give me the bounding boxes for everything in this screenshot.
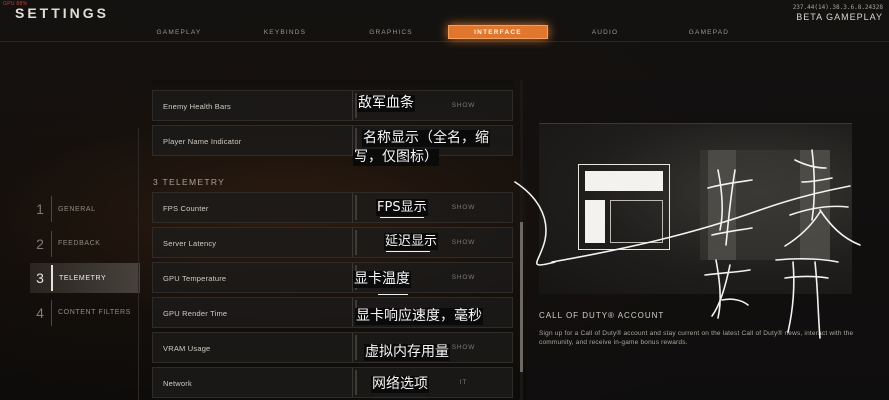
nav-indicator xyxy=(51,196,52,222)
nav-item-content-filters[interactable]: 4 CONTENT FILTERS xyxy=(30,298,140,328)
setting-value: SHOW xyxy=(451,274,476,281)
setting-label: Network xyxy=(163,379,192,388)
setting-value: IT xyxy=(459,379,468,386)
annotation-fps: FPS显示 xyxy=(376,199,428,216)
tab-bar: GAMEPLAY KEYBINDS GRAPHICS INTERFACE AUD… xyxy=(0,24,889,42)
nav-number: 4 xyxy=(36,304,44,321)
value-marker xyxy=(355,335,357,360)
build-label: BETA GAMEPLAY xyxy=(796,12,883,22)
value-marker xyxy=(355,195,357,220)
nav-indicator xyxy=(51,265,53,291)
annotation-vram: 虚拟内存用量 xyxy=(364,344,450,361)
tab-audio[interactable]: AUDIO xyxy=(576,25,634,39)
annotation-gpu-temp: 显卡温度 xyxy=(353,271,411,288)
nav-label: CONTENT FILTERS xyxy=(58,309,131,316)
setting-value: SHOW xyxy=(451,239,476,246)
nav-indicator xyxy=(51,299,52,326)
nav-label: GENERAL xyxy=(58,205,96,213)
setting-row-vram-usage[interactable]: VRAM Usage SHOW xyxy=(152,332,513,363)
tab-keybinds[interactable]: KEYBINDS xyxy=(256,25,314,39)
scrollbar-thumb[interactable] xyxy=(520,222,523,372)
annotation-name-indicator-line1: 名称显示（全名，缩 xyxy=(362,130,490,147)
annotation-name-indicator-line2: 写，仅图标） xyxy=(353,149,439,166)
annotation-enemy-health: 敌军血条 xyxy=(357,95,415,112)
list-fade xyxy=(152,80,513,88)
annotation-network: 网络选项 xyxy=(371,376,429,393)
tab-gameplay[interactable]: GAMEPLAY xyxy=(150,25,208,39)
left-nav: 1 GENERAL 2 FEEDBACK 3 TELEMETRY 4 CONTE… xyxy=(30,194,140,332)
nav-label: TELEMETRY xyxy=(59,274,107,282)
nav-number: 3 xyxy=(36,270,44,286)
nav-item-telemetry[interactable]: 3 TELEMETRY xyxy=(30,263,140,293)
build-id: 237.44(14).38.3.6.8.24328 xyxy=(792,4,883,11)
nav-item-general[interactable]: 1 GENERAL xyxy=(30,194,140,224)
setting-label: GPU Render Time xyxy=(163,309,228,318)
setting-value: SHOW xyxy=(451,344,476,351)
setting-row-fps-counter[interactable]: FPS Counter SHOW xyxy=(152,192,513,223)
tab-gamepad[interactable]: GAMEPAD xyxy=(680,25,738,39)
setting-label: VRAM Usage xyxy=(163,344,211,353)
annotation-underline xyxy=(386,251,430,252)
setting-value: SHOW xyxy=(451,102,476,109)
list-divider xyxy=(138,128,139,400)
value-marker xyxy=(355,370,357,395)
section-heading-telemetry: 3 TELEMETRY xyxy=(153,177,226,187)
annotation-latency: 延迟显示 xyxy=(384,233,439,250)
setting-label: Enemy Health Bars xyxy=(163,102,232,111)
account-description: Sign up for a Call of Duty® account and … xyxy=(539,330,854,346)
setting-value: SHOW xyxy=(451,204,476,211)
value-marker xyxy=(355,230,357,255)
setting-label: GPU Temperature xyxy=(163,274,227,283)
annotation-underline xyxy=(378,294,408,295)
logo-top-bar xyxy=(585,171,663,191)
annotation-render-time: 显卡响应速度，毫秒 xyxy=(355,308,483,325)
nav-item-feedback[interactable]: 2 FEEDBACK xyxy=(30,229,140,259)
setting-label: Server Latency xyxy=(163,239,217,248)
account-title: CALL OF DUTY® ACCOUNT xyxy=(539,311,665,320)
tab-graphics[interactable]: GRAPHICS xyxy=(362,25,420,39)
setting-row-gpu-temperature[interactable]: GPU Temperature SHOW xyxy=(152,262,513,293)
setting-row-server-latency[interactable]: Server Latency SHOW xyxy=(152,227,513,258)
top-bar: GPU 88% SETTINGS 237.44(14).38.3.6.8.243… xyxy=(0,0,889,24)
nav-label: FEEDBACK xyxy=(58,240,101,247)
annotation-underline xyxy=(380,217,424,218)
nav-indicator xyxy=(51,230,52,257)
logo-left-bar xyxy=(585,200,605,243)
page-title: SETTINGS xyxy=(15,5,110,21)
cod-logo-icon xyxy=(578,164,670,250)
emblem-backdrop xyxy=(700,150,830,260)
setting-label: Player Name Indicator xyxy=(163,137,242,146)
nav-number: 1 xyxy=(36,201,44,217)
tab-interface[interactable]: INTERFACE xyxy=(448,25,548,39)
setting-label: FPS Counter xyxy=(163,204,209,213)
nav-number: 2 xyxy=(36,235,44,252)
logo-inner-box xyxy=(610,200,663,243)
setting-row-enemy-health-bars[interactable]: Enemy Health Bars SHOW xyxy=(152,90,513,121)
setting-row-network[interactable]: Network IT xyxy=(152,367,513,398)
